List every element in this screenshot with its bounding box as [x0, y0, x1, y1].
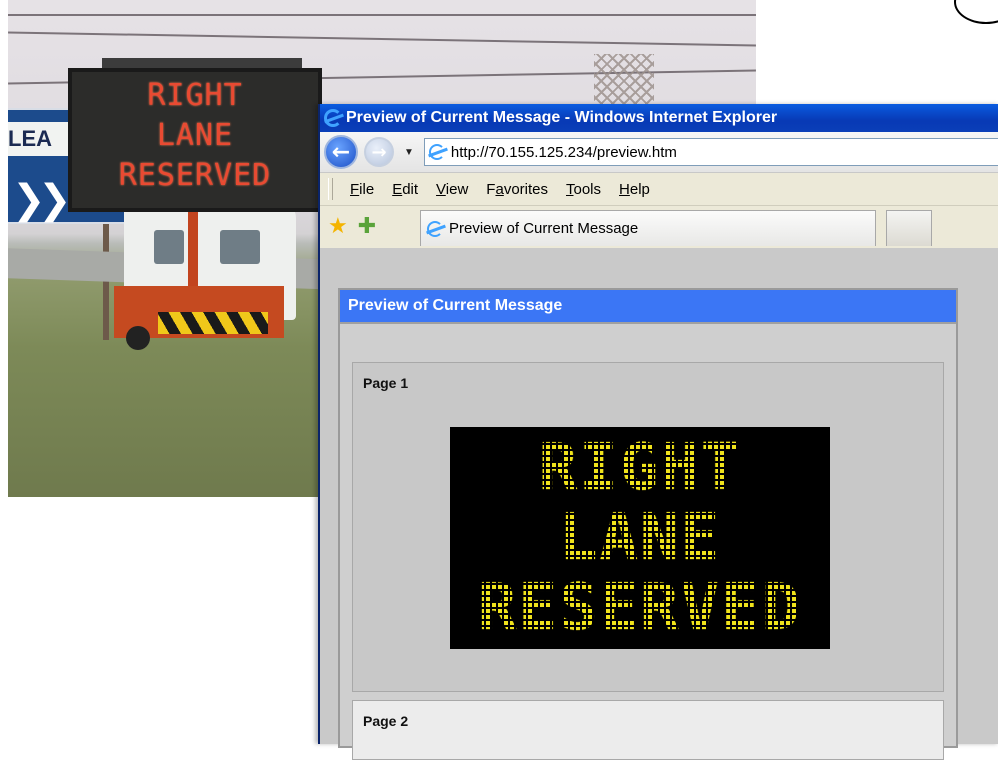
van-window: [154, 230, 184, 264]
address-bar-row: ← → ▼ http://70.155.125.234/preview.htm: [320, 132, 998, 173]
panel-title: Preview of Current Message: [340, 290, 956, 324]
favorites-bar: ★ ✚ Preview of Current Message: [320, 206, 998, 249]
tab-label: Preview of Current Message: [449, 220, 639, 237]
led-line: LANE: [558, 501, 722, 575]
page-1-box: Page 1 RIGHT LANE RESERVED: [352, 362, 944, 692]
led-line: RESERVED: [477, 571, 803, 645]
menu-view[interactable]: View: [427, 181, 477, 198]
tab-current[interactable]: Preview of Current Message: [420, 210, 876, 246]
vms-sign-text: RIGHT LANE RESERVED: [72, 76, 318, 196]
page-2-box: Page 2: [352, 700, 944, 760]
power-line: [8, 31, 756, 47]
toolbar-grip[interactable]: [328, 178, 333, 200]
forward-icon: →: [371, 141, 387, 163]
preview-panel: Preview of Current Message Page 1 RIGHT …: [338, 288, 958, 760]
vms-line: RESERVED: [118, 158, 272, 193]
led-line: RIGHT: [538, 431, 742, 505]
page-2-label: Page 2: [363, 713, 409, 729]
back-button[interactable]: ←: [324, 135, 358, 169]
vms-line: LANE: [156, 118, 234, 153]
title-bar: Preview of Current Message - Windows Int…: [320, 104, 998, 132]
solar-panel: [102, 58, 302, 68]
forward-button[interactable]: →: [364, 137, 394, 167]
vms-sign: RIGHT LANE RESERVED: [68, 58, 322, 212]
add-favorite-icon[interactable]: ✚: [358, 216, 376, 238]
ie-logo-icon: [428, 144, 445, 160]
ie-logo-icon: [427, 220, 443, 237]
menu-file[interactable]: File: [341, 181, 383, 198]
vms-line: RIGHT: [147, 78, 243, 113]
hazard-stripes: [158, 312, 268, 334]
power-line: [8, 14, 756, 16]
new-tab-button[interactable]: [886, 210, 932, 246]
corner-arc: [954, 0, 998, 24]
menu-favorites[interactable]: Favorites: [477, 181, 557, 198]
direction-sign-text: LEA: [8, 122, 72, 156]
chevron-right-icon: ❯: [38, 177, 72, 223]
wheel: [126, 326, 150, 350]
menu-help[interactable]: Help: [610, 181, 659, 198]
favorites-star-icon[interactable]: ★: [328, 216, 348, 238]
menu-bar: File Edit View Favorites Tools Help: [320, 173, 998, 206]
window-title: Preview of Current Message - Windows Int…: [346, 109, 778, 126]
address-input[interactable]: http://70.155.125.234/preview.htm: [423, 138, 998, 166]
browser-window: Preview of Current Message - Windows Int…: [318, 104, 998, 760]
address-text: http://70.155.125.234/preview.htm: [450, 143, 677, 161]
led-display: RIGHT LANE RESERVED: [450, 427, 830, 649]
van-window: [220, 230, 260, 264]
menu-tools[interactable]: Tools: [557, 181, 610, 198]
history-dropdown-icon[interactable]: ▼: [404, 147, 414, 158]
page-content: Preview of Current Message Page 1 RIGHT …: [320, 248, 998, 760]
menu-edit[interactable]: Edit: [383, 181, 427, 198]
back-icon: ←: [331, 139, 351, 165]
page-1-label: Page 1: [363, 375, 409, 391]
ie-logo-icon: [324, 109, 342, 127]
